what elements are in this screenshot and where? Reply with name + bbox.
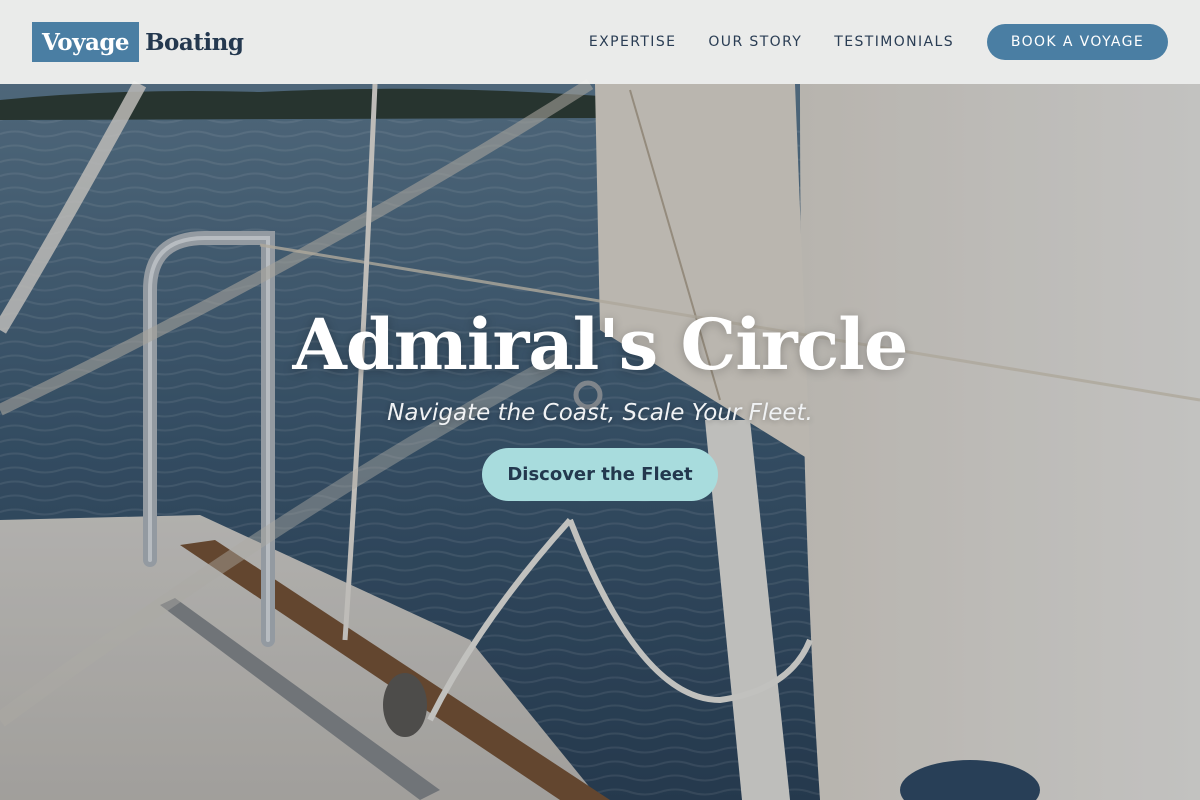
nav-link-expertise[interactable]: EXPERTISE bbox=[589, 34, 676, 50]
discover-fleet-button[interactable]: Discover the Fleet bbox=[482, 448, 718, 501]
hero-content: Admiral's Circle Navigate the Coast, Sca… bbox=[0, 300, 1200, 501]
nav-link-our-story[interactable]: OUR STORY bbox=[708, 34, 802, 50]
hero-title: Admiral's Circle bbox=[292, 303, 909, 386]
main-nav: EXPERTISE OUR STORY TESTIMONIALS BOOK A … bbox=[589, 24, 1168, 60]
logo-box-text: Voyage bbox=[32, 22, 140, 62]
logo-word-text: Boating bbox=[145, 28, 244, 56]
site-header: Voyage Boating EXPERTISE OUR STORY TESTI… bbox=[0, 0, 1200, 84]
hero-tagline: Navigate the Coast, Scale Your Fleet. bbox=[387, 400, 813, 426]
nav-link-testimonials[interactable]: TESTIMONIALS bbox=[834, 34, 954, 50]
book-voyage-button[interactable]: BOOK A VOYAGE bbox=[987, 24, 1168, 60]
brand-logo[interactable]: Voyage Boating bbox=[32, 22, 244, 62]
